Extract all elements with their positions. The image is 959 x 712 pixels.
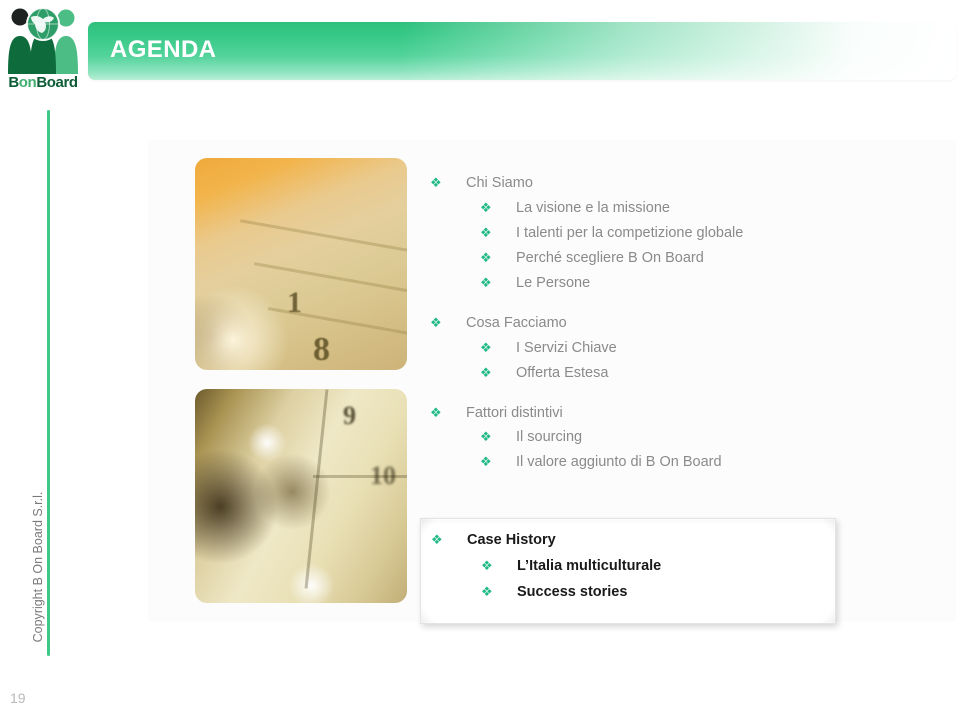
brand-wordmark: BonBoard <box>4 74 82 92</box>
agenda-item-label: Perché scegliere B On Board <box>516 249 704 266</box>
slide-page-number: 19 <box>10 690 26 706</box>
callout-subitem[interactable]: ❖ Success stories <box>431 583 831 601</box>
agenda-subitem[interactable]: ❖ I Servizi Chiave <box>430 339 860 357</box>
photo-day-number-1: 1 <box>287 286 302 319</box>
agenda-subitem[interactable]: ❖ La visione e la missione <box>430 199 860 217</box>
agenda-subitem[interactable]: ❖ Offerta Estesa <box>430 364 860 382</box>
calendar-planner-photo-bottom: 9 10 <box>195 389 407 603</box>
wordmark-part-board: Board <box>36 74 78 91</box>
agenda-outline: ❖ Chi Siamo ❖ La visione e la missione ❖… <box>430 175 860 480</box>
case-history-outline: ❖ Case History ❖ L’Italia multiculturale… <box>431 532 831 611</box>
diamond-bullet-icon: ❖ <box>480 224 492 240</box>
agenda-subitem[interactable]: ❖ Il valore aggiunto di B On Board <box>430 454 860 471</box>
callout-subitem[interactable]: ❖ L’Italia multiculturale <box>431 557 831 575</box>
wordmark-part-b: B <box>8 74 19 91</box>
photo-day-number-10: 10 <box>370 461 396 490</box>
diamond-bullet-icon: ❖ <box>480 249 492 265</box>
agenda-item-label: Fattori distintivi <box>466 404 563 421</box>
agenda-item-label: Cosa Facciamo <box>466 314 567 331</box>
diamond-bullet-icon: ❖ <box>481 557 493 573</box>
diamond-bullet-icon: ❖ <box>430 314 442 330</box>
diamond-bullet-icon: ❖ <box>480 339 492 355</box>
agenda-subitem[interactable]: ❖ I talenti per la competizione globale <box>430 224 860 242</box>
page-title: AGENDA <box>110 36 217 63</box>
calendar-planner-photo-top: 1 8 <box>195 158 407 370</box>
agenda-group-heading[interactable]: ❖ Chi Siamo <box>430 175 860 192</box>
agenda-subitem[interactable]: ❖ Le Persone <box>430 274 860 292</box>
agenda-item-label: Il sourcing <box>516 429 583 446</box>
copyright-notice: Copyright B On Board S.r.l. <box>31 491 45 643</box>
photo-day-number-8: 8 <box>313 331 330 368</box>
diamond-bullet-icon: ❖ <box>480 429 492 445</box>
header-banner <box>88 22 956 80</box>
callout-item-label: Success stories <box>517 583 628 600</box>
wordmark-part-on: on <box>18 74 37 91</box>
agenda-subitem[interactable]: ❖ Perché scegliere B On Board <box>430 249 860 267</box>
diamond-bullet-icon: ❖ <box>480 199 492 215</box>
diamond-bullet-icon: ❖ <box>480 274 492 290</box>
agenda-group-heading[interactable]: ❖ Fattori distintivi <box>430 404 860 422</box>
agenda-group-heading[interactable]: ❖ Cosa Facciamo <box>430 314 860 332</box>
diamond-bullet-icon: ❖ <box>480 364 492 380</box>
agenda-item-label: Il valore aggiunto di B On Board <box>516 454 722 471</box>
diamond-bullet-icon: ❖ <box>480 454 492 470</box>
agenda-item-label: La visione e la missione <box>516 199 670 216</box>
photo-day-number-9: 9 <box>343 401 356 430</box>
callout-item-label: Case History <box>467 532 556 548</box>
brand-logo: BonBoard <box>4 6 82 98</box>
diamond-bullet-icon: ❖ <box>430 404 442 420</box>
agenda-subitem[interactable]: ❖ Il sourcing <box>430 429 860 446</box>
agenda-item-label: Chi Siamo <box>466 175 533 191</box>
case-history-callout[interactable]: ❖ Case History ❖ L’Italia multiculturale… <box>420 518 836 624</box>
diamond-bullet-icon: ❖ <box>481 583 493 599</box>
diamond-bullet-icon: ❖ <box>431 532 443 547</box>
agenda-item-label: Le Persone <box>516 274 591 291</box>
callout-item-label: L’Italia multiculturale <box>517 557 662 574</box>
agenda-item-label: I Servizi Chiave <box>516 339 617 356</box>
diamond-bullet-icon: ❖ <box>430 175 442 190</box>
agenda-item-label: Offerta Estesa <box>516 364 609 381</box>
three-people-globe-logo-icon <box>4 6 82 76</box>
agenda-item-label: I talenti per la competizione globale <box>516 224 744 241</box>
callout-group-heading[interactable]: ❖ Case History <box>431 532 831 549</box>
left-accent-rail <box>47 110 50 656</box>
